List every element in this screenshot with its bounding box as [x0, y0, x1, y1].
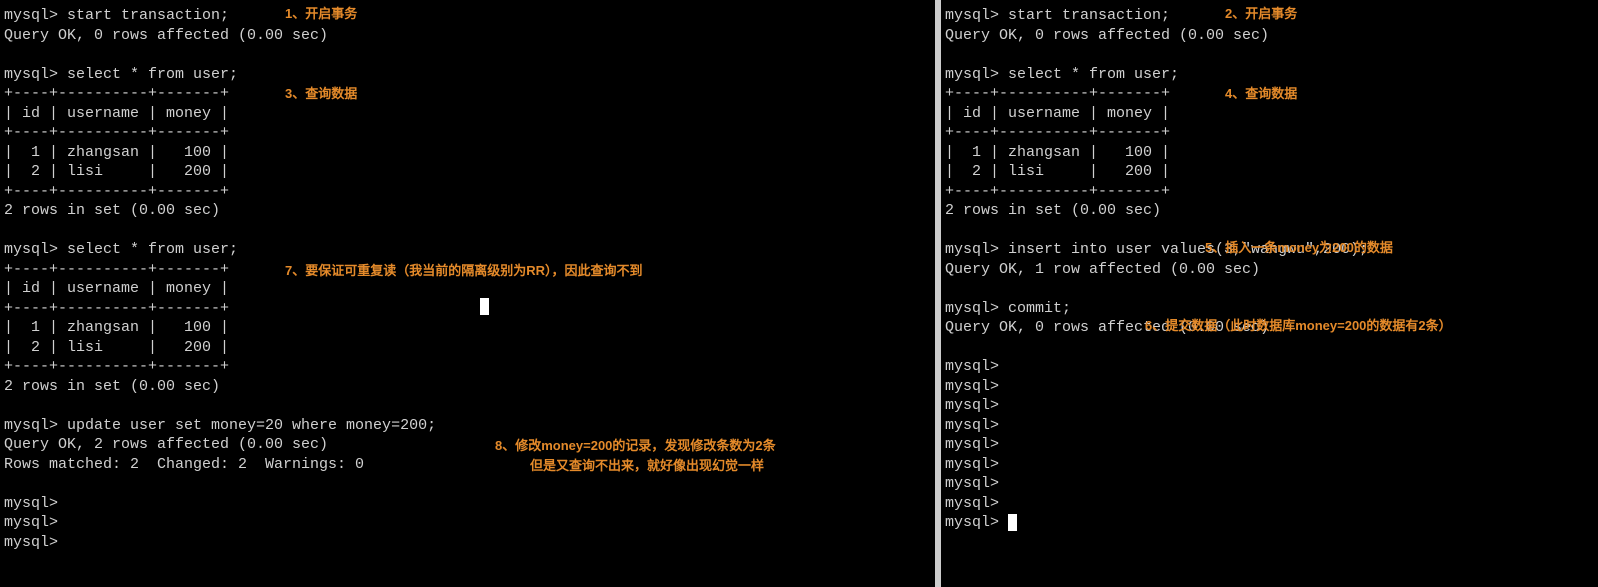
term-line: | 1 | zhangsan | 100 | — [4, 144, 229, 161]
term-line: Query OK, 0 rows affected (0.00 sec) — [945, 27, 1269, 44]
cursor-icon — [480, 298, 489, 315]
cursor-icon — [1008, 514, 1017, 531]
term-line: +----+----------+-------+ — [4, 183, 229, 200]
annotation-5: 5、插入一条money为200的数据 — [1205, 240, 1393, 257]
term-line: | id | username | money | — [945, 105, 1170, 122]
annotation-6: 6、提交数据（此时数据库money=200的数据有2条） — [1145, 318, 1452, 335]
term-line: mysql> — [945, 456, 999, 473]
term-line: mysql> — [945, 514, 1017, 531]
term-line: +----+----------+-------+ — [4, 358, 229, 375]
term-line: mysql> — [4, 534, 58, 551]
term-line: +----+----------+-------+ — [945, 183, 1170, 200]
term-line: | id | username | money | — [4, 105, 229, 122]
term-line: | 2 | lisi | 200 | — [4, 339, 229, 356]
term-line: Query OK, 1 row affected (0.00 sec) — [945, 261, 1260, 278]
term-line: mysql> — [945, 397, 999, 414]
term-line: Rows matched: 2 Changed: 2 Warnings: 0 — [4, 456, 364, 473]
term-line: mysql> — [945, 417, 999, 434]
term-line: mysql> commit; — [945, 300, 1071, 317]
term-line: mysql> — [945, 378, 999, 395]
term-line: Query OK, 2 rows affected (0.00 sec) — [4, 436, 328, 453]
term-line: mysql> update user set money=20 where mo… — [4, 417, 436, 434]
term-line: mysql> — [945, 495, 999, 512]
term-line: 2 rows in set (0.00 sec) — [945, 202, 1161, 219]
annotation-8b: 但是又查询不出来，就好像出现幻觉一样 — [530, 458, 764, 475]
term-line: | 2 | lisi | 200 | — [4, 163, 229, 180]
annotation-3: 3、查询数据 — [285, 86, 357, 103]
term-line: mysql> select * from user; — [4, 66, 238, 83]
term-line: +----+----------+-------+ — [4, 124, 229, 141]
term-line: | 1 | zhangsan | 100 | — [4, 319, 229, 336]
annotation-8a: 8、修改money=200的记录，发现修改条数为2条 — [495, 438, 776, 455]
term-line: | 1 | zhangsan | 100 | — [945, 144, 1170, 161]
term-line: | id | username | money | — [4, 280, 229, 297]
term-line: +----+----------+-------+ — [945, 124, 1170, 141]
term-line: mysql> start transaction; — [4, 7, 229, 24]
term-line: +----+----------+-------+ — [4, 261, 229, 278]
term-line: mysql> — [945, 475, 999, 492]
annotation-2: 2、开启事务 — [1225, 6, 1297, 23]
annotation-4: 4、查询数据 — [1225, 86, 1297, 103]
term-line: +----+----------+-------+ — [4, 85, 229, 102]
term-line: mysql> — [945, 436, 999, 453]
term-line: mysql> — [4, 514, 58, 531]
term-line: mysql> start transaction; — [945, 7, 1170, 24]
term-line: mysql> select * from user; — [4, 241, 238, 258]
left-terminal[interactable]: mysql> start transaction; Query OK, 0 ro… — [0, 0, 935, 587]
annotation-1: 1、开启事务 — [285, 6, 357, 23]
term-line: +----+----------+-------+ — [945, 85, 1170, 102]
term-line: mysql> — [945, 358, 999, 375]
term-line: 2 rows in set (0.00 sec) — [4, 202, 220, 219]
annotation-7: 7、要保证可重复读（我当前的隔离级别为RR），因此查询不到 — [285, 263, 643, 280]
term-line: Query OK, 0 rows affected (0.00 sec) — [4, 27, 328, 44]
term-line: 2 rows in set (0.00 sec) — [4, 378, 220, 395]
term-line: mysql> — [4, 495, 58, 512]
term-line: | 2 | lisi | 200 | — [945, 163, 1170, 180]
term-line: mysql> select * from user; — [945, 66, 1179, 83]
term-line: +----+----------+-------+ — [4, 300, 229, 317]
